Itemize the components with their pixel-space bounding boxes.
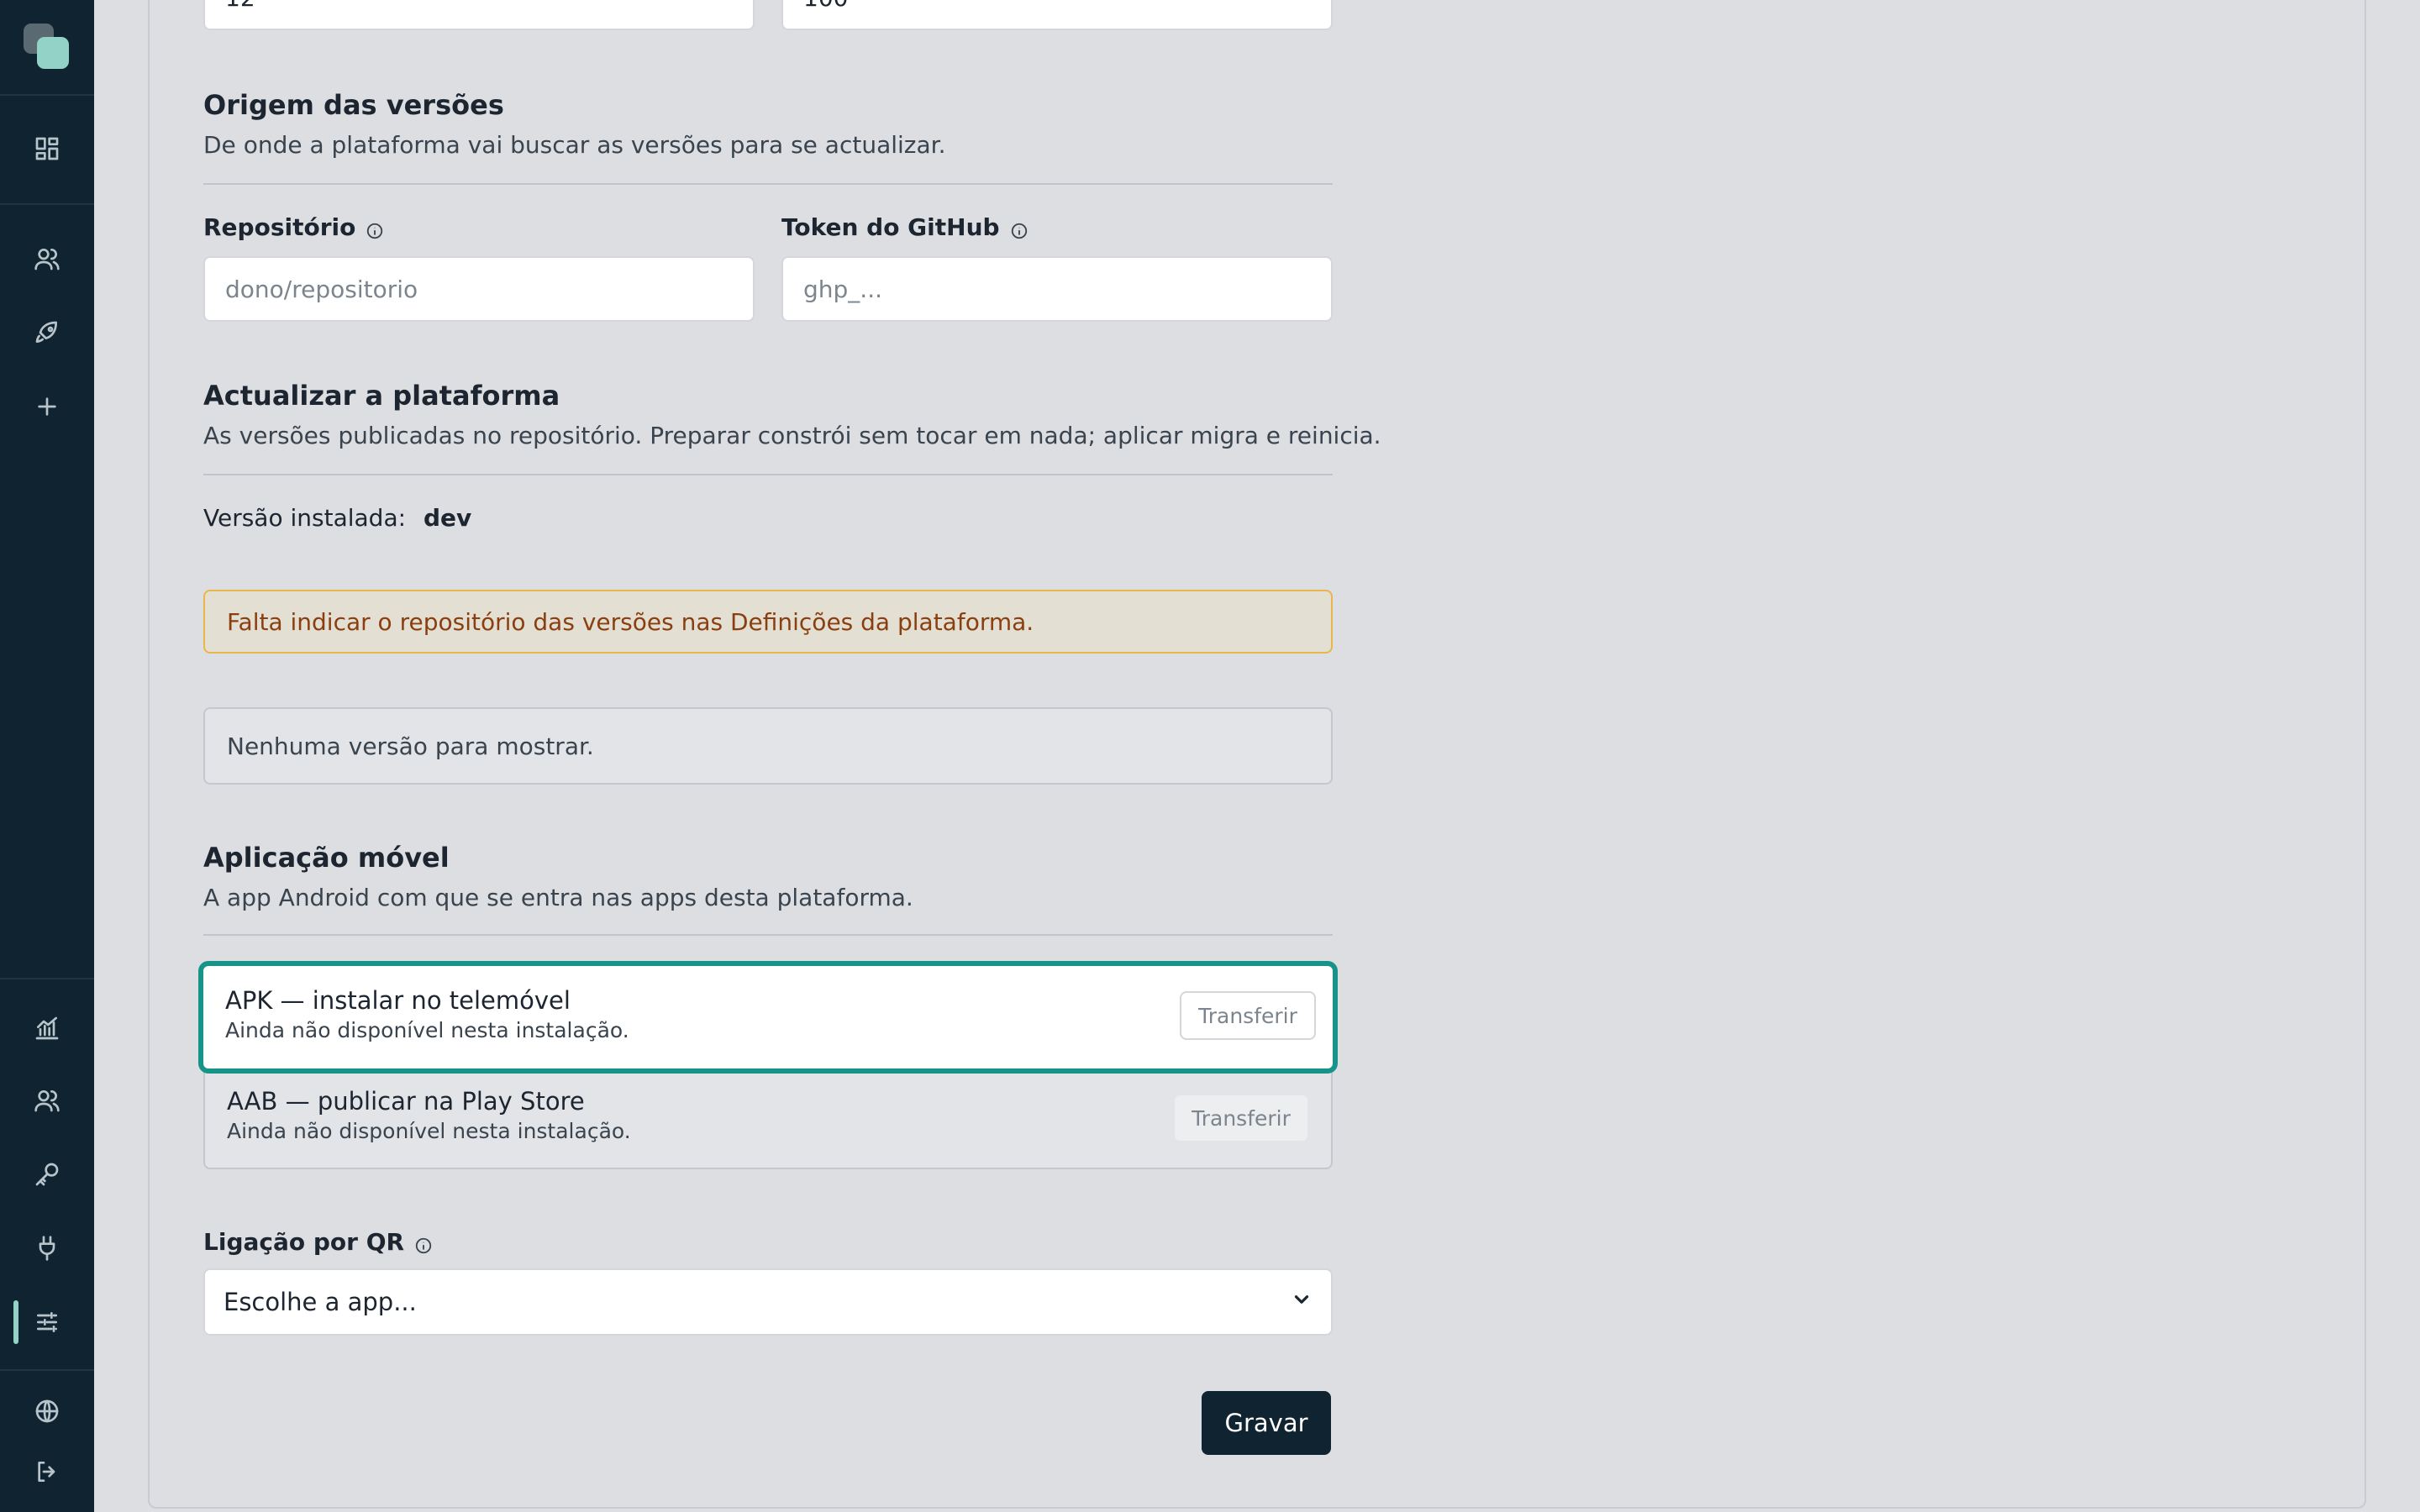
section-divider [203,474,1333,475]
info-icon[interactable] [1010,218,1028,239]
token-input[interactable]: ghp_... [781,256,1333,322]
download-button-label: Transferir [1192,1105,1291,1131]
missing-repo-alert: Falta indicar o repositório das versões … [203,590,1333,654]
info-icon[interactable] [414,1233,433,1253]
sidebar-divider [0,94,94,96]
active-indicator [13,1300,18,1344]
chart-icon[interactable] [30,1011,64,1045]
chevron-down-icon [1291,1288,1313,1316]
repo-input-placeholder: dono/repositorio [225,275,418,303]
key-icon[interactable] [30,1158,64,1191]
sidebar-divider [0,978,94,979]
users-icon[interactable] [30,242,64,276]
installed-version: Versão instalada: dev [203,504,471,532]
plug-icon[interactable] [30,1231,64,1265]
mobile-app-description: A app Android com que se entra nas apps … [203,884,913,911]
download-row-apk[interactable]: APK — instalar no telemóvel Ainda não di… [198,961,1338,1074]
mobile-app-title: Aplicação móvel [203,842,450,874]
top-right-field-value: 100 [803,0,848,12]
download-subtitle: Ainda não disponível nesta instalação. [227,1119,631,1143]
update-platform-description: As versões publicadas no repositório. Pr… [203,422,1381,449]
qr-app-select[interactable]: Escolhe a app... [203,1268,1333,1336]
top-left-field-value: 12 [225,0,255,12]
sliders-icon[interactable] [30,1305,64,1339]
update-platform-title: Actualizar a plataforma [203,380,560,412]
save-button[interactable]: Gravar [1202,1391,1331,1455]
section-divider [203,934,1333,936]
installed-version-value: dev [423,504,472,532]
versions-empty-text: Nenhuma versão para mostrar. [227,732,594,760]
section-divider [203,183,1333,185]
save-button-label: Gravar [1224,1409,1308,1437]
top-right-field[interactable]: 100 [781,0,1333,30]
versions-source-title: Origem das versões [203,89,504,121]
app-logo[interactable] [24,24,71,71]
logout-icon[interactable] [30,1455,64,1488]
missing-repo-alert-text: Falta indicar o repositório das versões … [227,607,1034,636]
qr-app-select-value: Escolhe a app... [224,1288,417,1316]
globe-icon[interactable] [30,1394,64,1428]
qr-link-label: Ligação por QR [203,1228,433,1256]
sidebar-divider [0,1369,94,1371]
dashboard-icon[interactable] [30,132,64,165]
repo-input[interactable]: dono/repositorio [203,256,755,322]
download-subtitle: Ainda não disponível nesta instalação. [225,1018,629,1042]
plus-icon[interactable] [30,390,64,423]
rocket-icon[interactable] [30,316,64,349]
download-title: AAB — publicar na Play Store [227,1087,585,1116]
top-left-field[interactable]: 12 [203,0,755,30]
versions-empty-state: Nenhuma versão para mostrar. [203,707,1333,785]
sidebar [0,0,94,1512]
token-label: Token do GitHub [781,213,1028,241]
download-title: APK — instalar no telemóvel [225,986,571,1015]
downloads-list: APK — instalar no telemóvel Ainda não di… [198,961,1338,1169]
qr-link-label-text: Ligação por QR [203,1228,405,1256]
info-icon[interactable] [366,218,384,239]
sidebar-divider [0,203,94,205]
download-aab-button[interactable]: Transferir [1173,1094,1309,1142]
users-icon[interactable] [30,1084,64,1117]
versions-source-description: De onde a plataforma vai buscar as versõ… [203,131,946,159]
repo-label: Repositório [203,213,384,241]
token-label-text: Token do GitHub [781,213,1000,241]
download-button-label: Transferir [1198,1003,1297,1028]
installed-version-label: Versão instalada: [203,504,407,532]
token-input-placeholder: ghp_... [803,275,882,303]
repo-label-text: Repositório [203,213,356,241]
download-row-aab: AAB — publicar na Play Store Ainda não d… [205,1068,1331,1169]
download-apk-button[interactable]: Transferir [1180,991,1316,1040]
